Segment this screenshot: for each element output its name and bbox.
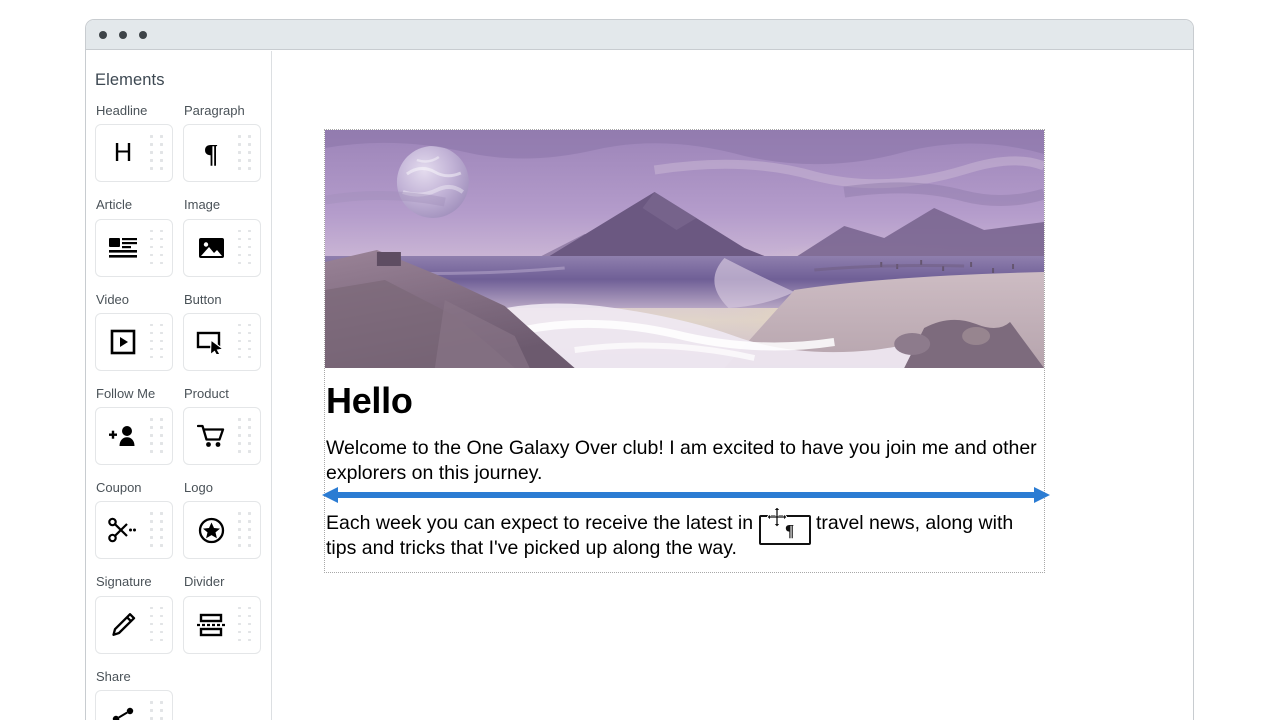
element-cell-article: Article <box>95 198 183 292</box>
block-headline[interactable]: Hello <box>325 382 1044 420</box>
screenshot-root: Elements Headline H <box>0 0 1280 720</box>
paragraph-pilcrow-icon: ¶ <box>184 139 238 167</box>
block-text[interactable]: Hello Welcome to the One Galaxy Over clu… <box>325 368 1044 572</box>
element-label-article: Article <box>96 198 183 212</box>
drag-handle-image[interactable] <box>238 230 252 266</box>
element-cell-coupon: Coupon <box>95 481 183 575</box>
element-card-coupon[interactable] <box>95 501 173 559</box>
elements-grid: Headline H Paragraph <box>95 104 271 720</box>
element-card-paragraph[interactable]: ¶ <box>183 124 261 182</box>
follow-me-person-plus-icon <box>96 424 150 448</box>
element-label-button: Button <box>184 293 271 307</box>
drop-indicator-line <box>322 487 1050 503</box>
element-label-follow-me: Follow Me <box>96 387 183 401</box>
drag-handle-product[interactable] <box>238 418 252 454</box>
element-card-share[interactable] <box>95 690 173 720</box>
element-card-headline[interactable]: H <box>95 124 173 182</box>
element-cell-headline: Headline H <box>95 104 183 198</box>
drag-pilcrow-glyph: ¶ <box>785 522 794 539</box>
window-close-button[interactable] <box>99 31 107 39</box>
element-cell-product: Product <box>183 387 271 481</box>
element-card-divider[interactable] <box>183 596 261 654</box>
window-body: Elements Headline H <box>86 51 1193 720</box>
element-label-coupon: Coupon <box>96 481 183 495</box>
article-icon <box>96 236 150 260</box>
element-label-headline: Headline <box>96 104 183 118</box>
element-label-video: Video <box>96 293 183 307</box>
drag-handle-coupon[interactable] <box>150 512 164 548</box>
signature-pen-icon <box>96 611 150 639</box>
drag-handle-signature[interactable] <box>150 607 164 643</box>
element-label-product: Product <box>184 387 271 401</box>
drag-handle-follow-me[interactable] <box>150 418 164 454</box>
move-arrows-icon <box>767 507 787 532</box>
logo-star-circle-icon <box>184 517 238 544</box>
drag-handle-share[interactable] <box>150 701 164 720</box>
window-minimize-button[interactable] <box>119 31 127 39</box>
svg-text:H: H <box>114 139 133 167</box>
content-block[interactable]: Hello Welcome to the One Galaxy Over clu… <box>324 129 1045 573</box>
drag-handle-divider[interactable] <box>238 607 252 643</box>
element-cell-divider: Divider <box>183 575 271 669</box>
element-label-paragraph: Paragraph <box>184 104 271 118</box>
svg-text:¶: ¶ <box>204 139 219 167</box>
button-cursor-icon <box>184 330 238 354</box>
drag-handle-button[interactable] <box>238 324 252 360</box>
element-cell-follow-me: Follow Me <box>95 387 183 481</box>
block-paragraph-2[interactable]: Each week you can expect to receive the … <box>325 511 1044 562</box>
element-cell-button: Button <box>183 293 271 387</box>
drag-cursor: ¶ <box>759 507 811 545</box>
window-titlebar <box>86 20 1193 50</box>
element-card-signature[interactable] <box>95 596 173 654</box>
element-label-share: Share <box>96 670 183 684</box>
element-cell-logo: Logo <box>183 481 271 575</box>
element-cell-share: Share <box>95 670 183 720</box>
drag-handle-video[interactable] <box>150 324 164 360</box>
hero-image[interactable] <box>325 130 1044 368</box>
element-card-follow-me[interactable] <box>95 407 173 465</box>
panel-title: Elements <box>95 71 271 90</box>
image-picture-icon <box>184 236 238 260</box>
window-maximize-button[interactable] <box>139 31 147 39</box>
element-cell-image: Image <box>183 198 271 292</box>
divider-icon <box>184 613 238 637</box>
email-canvas[interactable]: Hello Welcome to the One Galaxy Over clu… <box>272 51 1193 720</box>
element-card-product[interactable] <box>183 407 261 465</box>
video-play-icon <box>96 329 150 355</box>
element-label-image: Image <box>184 198 271 212</box>
drag-handle-headline[interactable] <box>150 135 164 171</box>
elements-sidebar: Elements Headline H <box>86 51 272 720</box>
block-paragraph-1[interactable]: Welcome to the One Galaxy Over club! I a… <box>325 436 1044 487</box>
element-card-logo[interactable] <box>183 501 261 559</box>
element-card-button[interactable] <box>183 313 261 371</box>
coupon-scissors-icon <box>96 517 150 543</box>
element-card-image[interactable] <box>183 219 261 277</box>
element-label-logo: Logo <box>184 481 271 495</box>
share-icon <box>96 706 150 720</box>
headline-h-icon: H <box>96 139 150 167</box>
element-cell-video: Video <box>95 293 183 387</box>
element-label-divider: Divider <box>184 575 271 589</box>
element-card-article[interactable] <box>95 219 173 277</box>
browser-window: Elements Headline H <box>85 19 1194 720</box>
element-cell-signature: Signature <box>95 575 183 669</box>
drag-handle-paragraph[interactable] <box>238 135 252 171</box>
element-card-video[interactable] <box>95 313 173 371</box>
drag-handle-article[interactable] <box>150 230 164 266</box>
element-label-signature: Signature <box>96 575 183 589</box>
product-cart-icon <box>184 423 238 449</box>
element-cell-paragraph: Paragraph ¶ <box>183 104 271 198</box>
drag-handle-logo[interactable] <box>238 512 252 548</box>
